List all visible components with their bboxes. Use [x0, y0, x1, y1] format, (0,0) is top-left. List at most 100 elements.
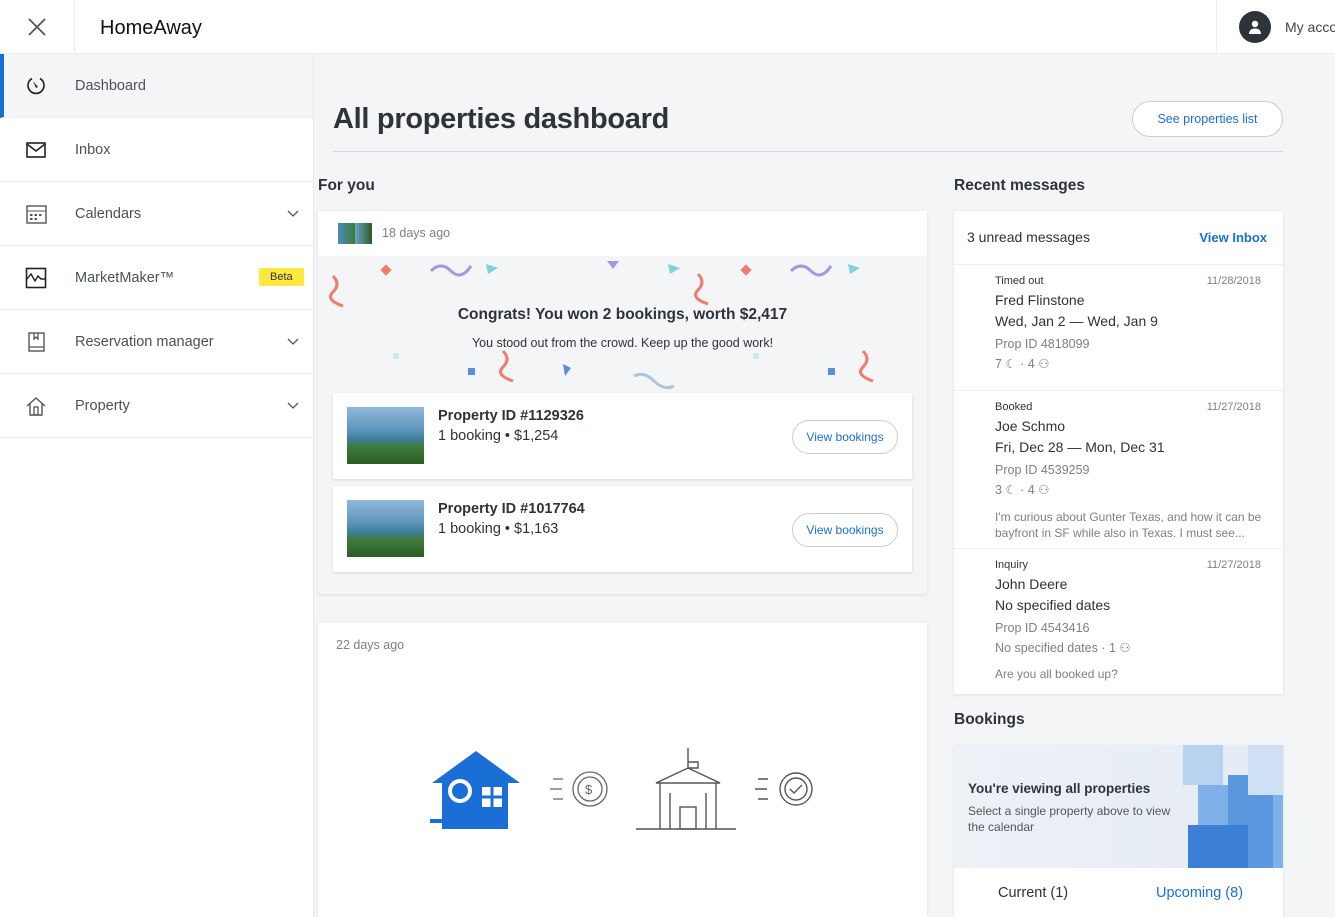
dashboard-icon — [27, 77, 45, 95]
view-inbox-link[interactable]: View Inbox — [1199, 230, 1267, 245]
sidebar-item-dashboard[interactable]: Dashboard — [0, 54, 313, 118]
bookings-banner-heading: You're viewing all properties — [968, 781, 1151, 796]
sidebar-item-label: MarketMaker™ — [75, 269, 175, 286]
sidebar: Dashboard Inbox Calendars MarketMaker™ R… — [0, 54, 314, 917]
card-time: 22 days ago — [336, 638, 405, 652]
guest-name: John Deere — [995, 576, 1068, 592]
sidebar-item-label: Calendars — [75, 205, 142, 222]
message-status: Booked — [995, 401, 1033, 413]
moon-icon: ☾ — [1005, 483, 1017, 497]
chart-pulse-icon — [25, 267, 47, 289]
close-icon — [28, 18, 46, 36]
guest-name: Fred Flinstone — [995, 292, 1085, 308]
message-date: 11/27/2018 — [1206, 401, 1261, 413]
property-photo — [347, 407, 424, 464]
confetti-icon — [329, 261, 874, 390]
for-you-heading: For you — [318, 177, 375, 194]
stay-dates: Wed, Jan 2 — Wed, Jan 9 — [995, 313, 1158, 329]
bookings-banner: You're viewing all properties Select a s… — [954, 745, 1283, 868]
property-photo — [347, 500, 424, 557]
sidebar-item-label: Property — [75, 397, 130, 414]
stay-dates: Fri, Dec 28 — Mon, Dec 31 — [995, 439, 1165, 455]
recent-messages-heading: Recent messages — [954, 177, 1085, 194]
message-status: Inquiry — [995, 559, 1029, 571]
book-icon — [28, 332, 45, 352]
confetti-area: Congrats! You won 2 bookings, worth $2,4… — [318, 256, 927, 594]
property-thumbnails — [338, 223, 372, 244]
property-id: Prop ID 4539259 — [995, 463, 1090, 477]
message-date: 11/28/2018 — [1206, 275, 1261, 287]
bookings-heading: Bookings — [954, 711, 1025, 728]
guests-count: 4 — [1027, 357, 1035, 371]
sidebar-item-calendars[interactable]: Calendars — [0, 182, 313, 246]
homeaway-house-icon — [430, 751, 520, 829]
recent-messages-card: 3 unread messages View Inbox Timed out 1… — [954, 211, 1283, 694]
sidebar-item-property[interactable]: Property — [0, 374, 313, 438]
see-properties-button[interactable]: See properties list — [1132, 101, 1283, 137]
message-item[interactable]: Timed out 11/28/2018 Fred Flinstone Wed,… — [954, 264, 1283, 390]
beta-badge: Beta — [259, 268, 304, 286]
stay-meta: No specified dates · 1 ⚇ — [995, 641, 1131, 655]
guests-count: 4 — [1027, 483, 1035, 497]
homeaway-logo[interactable]: HomeAway — [100, 17, 202, 40]
calendar-icon — [26, 205, 47, 224]
guests-count: 1 — [1108, 641, 1116, 655]
congrats-subline: You stood out from the crowd. Keep up th… — [471, 336, 774, 350]
chevron-down-icon — [287, 402, 299, 409]
message-status: Timed out — [995, 275, 1044, 287]
top-bar: HomeAway My account — [0, 0, 1335, 54]
sidebar-item-label: Inbox — [75, 141, 111, 158]
message-preview: Are you all booked up? — [995, 667, 1118, 681]
person-icon: ⚇ — [1038, 483, 1050, 497]
guest-name: Joe Schmo — [995, 418, 1066, 434]
avatar-icon — [1239, 11, 1271, 43]
view-bookings-button[interactable]: View bookings — [792, 513, 898, 547]
sidebar-item-inbox[interactable]: Inbox — [0, 118, 313, 182]
property-summary: 1 booking • $1,254 — [438, 428, 559, 444]
property-row: Property ID #1017764 1 booking • $1,163 … — [333, 486, 912, 572]
nights-count: 3 — [995, 483, 1002, 497]
account-menu[interactable]: My account — [1216, 0, 1335, 54]
building-icon — [636, 748, 736, 830]
booking-flow-illustration: $ — [430, 748, 813, 830]
unread-count: 3 unread messages — [967, 229, 1090, 245]
message-item[interactable]: Inquiry 11/27/2018 John Deere No specifi… — [954, 548, 1283, 694]
view-bookings-button[interactable]: View bookings — [792, 420, 898, 454]
stay-dates: No specified dates — [995, 597, 1111, 613]
property-id: Prop ID 4818099 — [995, 337, 1090, 351]
booking-flow-card: 22 days ago $ — [318, 623, 927, 917]
sidebar-item-label: Reservation manager — [75, 333, 214, 350]
property-title: Property ID #1017764 — [438, 501, 585, 517]
house-icon — [26, 397, 46, 416]
property-id: Prop ID 4543416 — [995, 621, 1090, 635]
page-title: All properties dashboard — [333, 103, 670, 135]
divider — [333, 151, 1283, 152]
svg-text:$: $ — [585, 782, 593, 797]
person-icon: ⚇ — [1038, 357, 1050, 371]
city-buildings-icon — [1183, 745, 1283, 868]
chevron-down-icon — [287, 338, 299, 345]
account-label: My account — [1285, 19, 1335, 35]
message-item[interactable]: Booked 11/27/2018 Joe Schmo Fri, Dec 28 … — [954, 390, 1283, 548]
property-summary: 1 booking • $1,163 — [438, 521, 559, 537]
moon-icon: ☾ — [1005, 357, 1017, 371]
tab-current[interactable]: Current (1) — [998, 885, 1068, 901]
bookings-banner-sub: Select a single property above to view t… — [968, 804, 1171, 834]
person-icon: ⚇ — [1119, 641, 1131, 655]
chevron-down-icon — [287, 210, 299, 217]
bookings-won-card: 18 days ago Congrats! You won 2 bookings… — [318, 211, 927, 594]
message-preview: I'm curious about Gunter Texas, and how … — [995, 510, 1262, 540]
dollar-coin-icon: $ — [550, 771, 608, 807]
close-button[interactable] — [0, 0, 75, 54]
stay-meta: 7 ☾ · 4 ⚇ — [995, 357, 1050, 371]
check-circle-icon — [755, 772, 813, 806]
nights-text: No specified dates — [995, 641, 1098, 655]
tab-upcoming[interactable]: Upcoming (8) — [1156, 885, 1243, 901]
property-title: Property ID #1129326 — [438, 408, 584, 424]
stay-meta: 3 ☾ · 4 ⚇ — [995, 483, 1050, 497]
card-time: 18 days ago — [382, 226, 451, 240]
sidebar-item-label: Dashboard — [75, 77, 146, 94]
property-row: Property ID #1129326 1 booking • $1,254 … — [333, 393, 912, 479]
congrats-headline: Congrats! You won 2 bookings, worth $2,4… — [457, 306, 788, 323]
sidebar-item-reservation-manager[interactable]: Reservation manager — [0, 310, 313, 374]
